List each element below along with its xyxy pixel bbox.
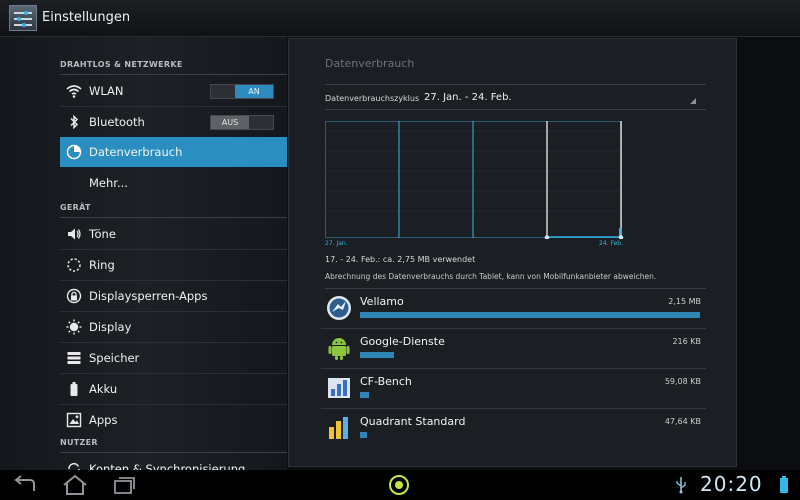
usage-bar bbox=[360, 392, 369, 398]
section-wireless: DRAHTLOS & NETZWERKE bbox=[60, 60, 183, 69]
usage-caption: 17. - 24. Feb.: ca. 2,75 MB verwendet bbox=[325, 255, 476, 264]
panel-title: Datenverbrauch bbox=[325, 57, 415, 70]
app-name: Vellamo bbox=[360, 295, 404, 308]
app-name: CF-Bench bbox=[360, 375, 412, 388]
sidebar-item-label: Töne bbox=[89, 227, 116, 241]
section-divider bbox=[60, 452, 287, 453]
ring-icon bbox=[67, 258, 81, 272]
usage-chart[interactable] bbox=[325, 121, 625, 239]
app-row-vellamo[interactable]: Vellamo 2,15 MB bbox=[321, 289, 706, 329]
panel-divider bbox=[325, 109, 706, 110]
app-size: 47,64 KB bbox=[664, 417, 701, 426]
storage-icon bbox=[67, 352, 81, 364]
clock: 20:20 bbox=[700, 472, 763, 496]
sidebar-item-label: Display bbox=[89, 320, 132, 334]
app-name: Google-Dienste bbox=[360, 335, 445, 348]
vellamo-icon bbox=[327, 296, 351, 320]
cycle-label: Datenverbrauchszyklus bbox=[325, 94, 420, 103]
usage-note: Abrechnung des Datenverbrauchs durch Tab… bbox=[325, 272, 657, 281]
dropdown-arrow-icon bbox=[690, 98, 696, 104]
usage-bar bbox=[360, 432, 367, 438]
back-icon[interactable] bbox=[12, 475, 38, 495]
sidebar-item-akku[interactable]: Akku bbox=[60, 374, 287, 404]
home-icon[interactable] bbox=[62, 474, 88, 496]
sidebar-item-label: Displaysperren-Apps bbox=[89, 289, 208, 303]
panel-divider bbox=[325, 84, 706, 85]
sidebar-item-label: Akku bbox=[89, 382, 118, 396]
section-divider bbox=[60, 74, 287, 75]
chart-axis-labels: 27. Jan. 24. Feb. bbox=[325, 240, 623, 247]
system-nav-bar: 20:20 bbox=[0, 470, 800, 500]
sidebar-item-apps[interactable]: Apps bbox=[60, 405, 287, 435]
sidebar-item-label: Konten & Synchronisierung bbox=[89, 462, 246, 470]
sidebar-item-label: Bluetooth bbox=[89, 115, 145, 129]
quadrant-icon bbox=[329, 417, 348, 439]
sidebar-item-label: Mehr... bbox=[89, 176, 128, 190]
sidebar-item-display[interactable]: Display bbox=[60, 312, 287, 342]
sidebar-item-toene[interactable]: Töne bbox=[60, 219, 287, 249]
sidebar-item-label: Datenverbrauch bbox=[89, 145, 183, 159]
sidebar-item-konten[interactable]: Konten & Synchronisierung bbox=[60, 454, 287, 470]
bluetooth-toggle[interactable]: AUS bbox=[210, 115, 274, 130]
app-size: 59,08 KB bbox=[664, 377, 701, 386]
apps-icon bbox=[66, 412, 82, 428]
app-row-cf-bench[interactable]: CF-Bench 59,08 KB bbox=[321, 369, 706, 409]
assistant-ring-icon[interactable] bbox=[388, 474, 410, 496]
wlan-toggle[interactable]: AN bbox=[210, 84, 274, 99]
sidebar-item-mehr[interactable]: Mehr... bbox=[60, 168, 287, 198]
app-row-quadrant-standard[interactable]: Quadrant Standard 47,64 KB bbox=[321, 409, 706, 449]
sidebar-item-bluetooth[interactable]: Bluetooth AUS bbox=[60, 107, 287, 137]
section-device: GERÄT bbox=[60, 203, 91, 212]
app-name: Quadrant Standard bbox=[360, 415, 466, 428]
sidebar-item-label: Speicher bbox=[89, 351, 140, 365]
cycle-value: 27. Jan. - 24. Feb. bbox=[424, 92, 512, 103]
sidebar-item-speicher[interactable]: Speicher bbox=[60, 343, 287, 373]
brightness-icon bbox=[66, 319, 82, 335]
sidebar-item-label: Ring bbox=[89, 258, 115, 272]
app-size: 216 KB bbox=[672, 337, 701, 346]
battery-status-icon bbox=[780, 476, 788, 493]
settings-app-icon[interactable] bbox=[9, 5, 37, 31]
app-size: 2,15 MB bbox=[668, 297, 701, 306]
settings-list: DRAHTLOS & NETZWERKE WLAN AN Bluetooth A… bbox=[0, 37, 287, 470]
bluetooth-icon bbox=[70, 114, 79, 130]
toggle-label: AUS bbox=[211, 116, 249, 129]
android-icon bbox=[328, 338, 350, 360]
sidebar-item-displaysperren-apps[interactable]: Displaysperren-Apps bbox=[60, 281, 287, 311]
usage-bar bbox=[360, 352, 394, 358]
sync-icon bbox=[68, 462, 80, 470]
wifi-icon bbox=[66, 85, 82, 98]
toggle-label: AN bbox=[235, 85, 273, 98]
chart-start-label: 27. Jan. bbox=[325, 240, 348, 247]
chart-end-label: 24. Feb. bbox=[599, 240, 623, 247]
section-user: NUTZER bbox=[60, 438, 98, 447]
sidebar-item-label: WLAN bbox=[89, 84, 124, 98]
app-row-google-dienste[interactable]: Google-Dienste 216 KB bbox=[321, 329, 706, 369]
usb-icon bbox=[676, 477, 686, 494]
lock-screen-icon bbox=[66, 288, 82, 304]
battery-icon bbox=[70, 382, 78, 396]
data-usage-panel: Datenverbrauch Datenverbrauchszyklus 27.… bbox=[288, 38, 737, 467]
sidebar-item-datenverbrauch[interactable]: Datenverbrauch bbox=[60, 137, 287, 167]
sidebar-item-wlan[interactable]: WLAN AN bbox=[60, 76, 287, 106]
sidebar-item-ring[interactable]: Ring bbox=[60, 250, 287, 280]
speaker-icon bbox=[68, 228, 81, 240]
sidebar-item-label: Apps bbox=[89, 413, 118, 427]
data-usage-icon bbox=[66, 144, 82, 160]
page-title: Einstellungen bbox=[42, 10, 131, 25]
action-bar: Einstellungen bbox=[0, 0, 800, 37]
recent-apps-icon[interactable] bbox=[113, 475, 137, 495]
cf-bench-icon bbox=[328, 378, 350, 398]
usage-bar bbox=[360, 312, 700, 318]
section-divider bbox=[60, 217, 287, 218]
